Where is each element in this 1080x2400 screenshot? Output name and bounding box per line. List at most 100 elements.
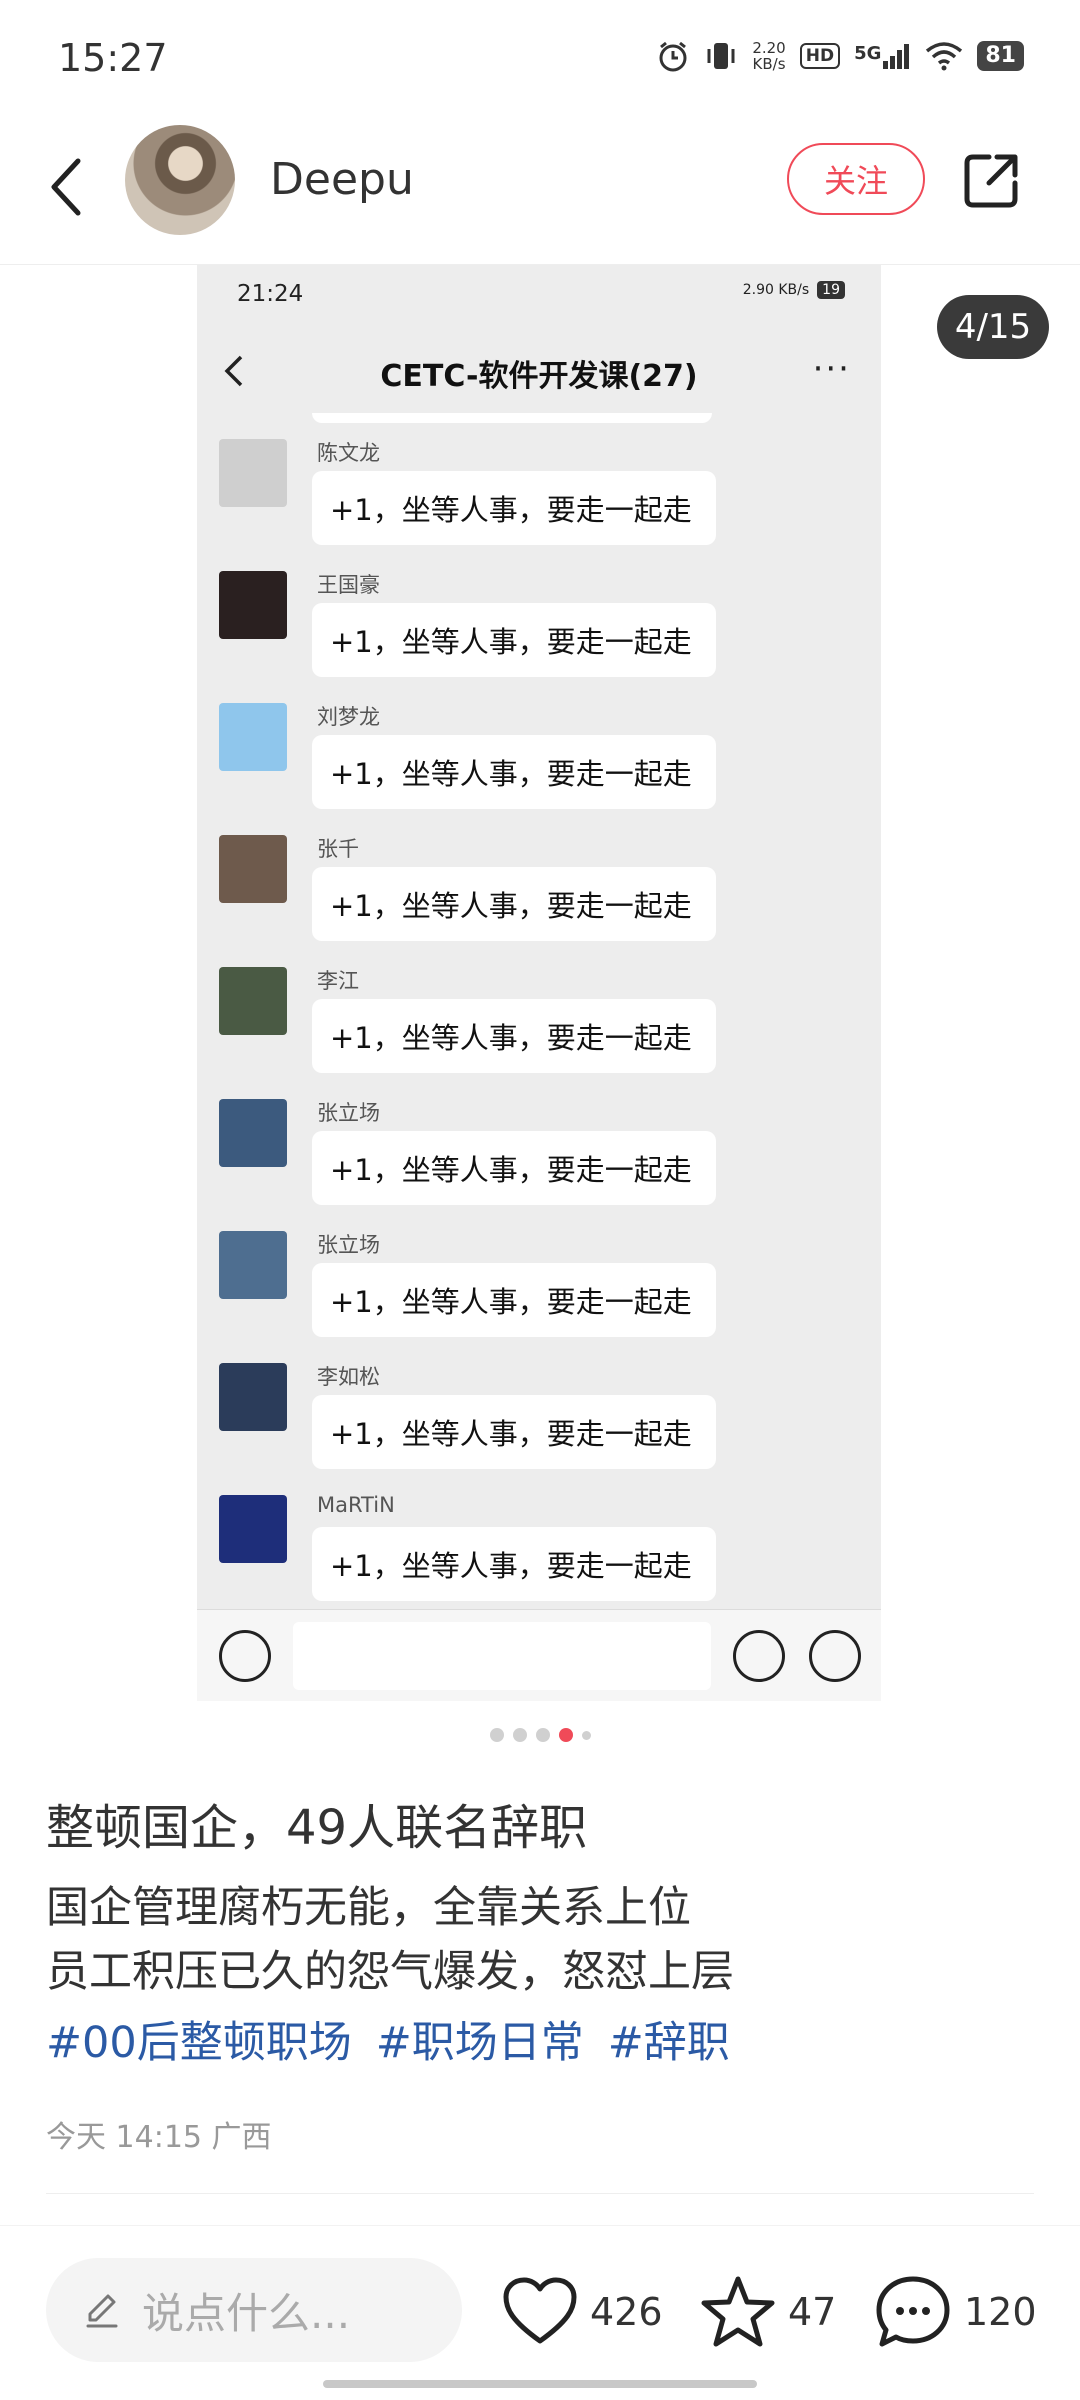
post-meta: 今天 14:15 广西	[46, 2120, 272, 2155]
vibrate-icon	[707, 43, 735, 69]
comment-input[interactable]: 说点什么...	[46, 2258, 462, 2362]
image-chat-message: 陈文龙 +1，坐等人事，要走一起走	[197, 437, 881, 569]
chevron-left-icon	[51, 158, 81, 216]
signal-icon	[883, 44, 910, 69]
image-chat-bubble: +1，坐等人事，要走一起走	[312, 603, 716, 677]
like-button[interactable]: 426	[502, 2274, 663, 2350]
back-button[interactable]	[36, 150, 96, 224]
hashtag-link[interactable]: #00后整顿职场	[46, 2008, 352, 2070]
image-chat-sender: 李江	[317, 969, 359, 993]
image-chat-avatar	[219, 571, 287, 639]
image-chat-message: 张立场 +1，坐等人事，要走一起走	[197, 1229, 881, 1361]
image-chat-sender: MaRTiN	[317, 1493, 395, 1517]
image-chat-sender: 王国豪	[317, 573, 380, 597]
image-chat-sender: 李如松	[317, 1365, 380, 1389]
image-status-icons: 2.90 KB/s 19	[743, 281, 845, 299]
image-chat-message: MaRTiN +1，坐等人事，要走一起走	[197, 1493, 881, 1625]
network-speed-value: 2.20	[752, 39, 786, 57]
status-icons: 2.20 KB/s HD 5G 81	[656, 36, 1024, 76]
image-input-bar	[197, 1609, 881, 1701]
network-speed: 2.20 KB/s	[752, 40, 785, 72]
page-counter: 4/15	[937, 295, 1049, 359]
status-time: 15:27	[58, 36, 168, 80]
image-battery: 19	[817, 281, 845, 299]
hashtag-link[interactable]: #职场日常	[376, 2008, 584, 2070]
network-speed-unit: KB/s	[752, 55, 786, 73]
comment-placeholder: 说点什么...	[142, 2288, 351, 2338]
hashtag-link[interactable]: #辞职	[608, 2008, 730, 2070]
image-chat-message: 李江 +1，坐等人事，要走一起走	[197, 965, 881, 1097]
comment-button[interactable]: 120	[874, 2274, 1037, 2350]
pen-icon	[86, 2294, 118, 2328]
like-count: 426	[590, 2290, 663, 2334]
image-chat-message: 刘梦龙 +1，坐等人事，要走一起走	[197, 701, 881, 833]
carousel-dot	[558, 1728, 573, 1742]
image-chat-avatar	[219, 703, 287, 771]
image-chat-avatar	[219, 1231, 287, 1299]
image-chat-avatar	[219, 1495, 287, 1563]
image-net-speed: 2.90 KB/s	[742, 282, 810, 298]
post-tags: #00后整顿职场 #职场日常 #辞职	[46, 2008, 730, 2070]
star-icon	[701, 2276, 775, 2347]
image-chat-message: 王国豪 +1，坐等人事，要走一起走	[197, 569, 881, 701]
favorite-button[interactable]: 47	[700, 2274, 836, 2350]
signal-5g: 5G	[854, 43, 911, 69]
image-chat-sender: 张立场	[317, 1233, 380, 1257]
follow-button[interactable]: 关注	[787, 143, 925, 215]
comment-icon	[876, 2276, 950, 2347]
author-name[interactable]: Deepu	[270, 154, 414, 205]
image-chat-message: 张千 +1，坐等人事，要走一起走	[197, 833, 881, 965]
favorite-count: 47	[788, 2290, 837, 2334]
image-status-time: 21:24	[237, 281, 304, 307]
post-title: 整顿国企，49人联名辞职	[46, 1800, 588, 1856]
image-chat-bubble: +1，坐等人事，要走一起走	[312, 735, 716, 809]
image-chat-avatar	[219, 967, 287, 1035]
status-bar: 15:27 2.20 KB/s HD 5G 81	[0, 0, 1080, 110]
image-chat-avatar	[219, 835, 287, 903]
author-avatar[interactable]	[125, 125, 235, 235]
alarm-icon	[659, 41, 687, 72]
post-image[interactable]: 21:24 2.90 KB/s 19 CETC-软件开发课(27) ··· 陈文…	[197, 265, 881, 1701]
image-chat-sender: 张立场	[317, 1101, 380, 1125]
post-body-line: 员工积压已久的怨气爆发，怒怼上层	[46, 1947, 734, 1997]
image-chat-bubble: +1，坐等人事，要走一起走	[312, 1395, 716, 1469]
share-icon	[964, 154, 1018, 208]
hd-badge: HD	[799, 43, 841, 69]
divider	[46, 2193, 1034, 2194]
image-chat-titlebar: CETC-软件开发课(27) ···	[197, 325, 881, 413]
post-body: 国企管理腐朽无能，全靠关系上位 员工积压已久的怨气爆发，怒怼上层	[46, 1876, 734, 2004]
share-button[interactable]	[958, 148, 1024, 214]
battery-indicator: 81	[977, 41, 1024, 71]
image-text-field	[293, 1622, 711, 1690]
carousel-indicator	[0, 1725, 1080, 1745]
image-chat-sender: 陈文龙	[317, 441, 380, 465]
image-status-bar: 21:24 2.90 KB/s 19	[197, 265, 881, 325]
carousel-dot	[512, 1728, 527, 1742]
image-chat-message: 张立场 +1，坐等人事，要走一起走	[197, 1097, 881, 1229]
image-emoji-icon	[733, 1630, 785, 1682]
image-chat-bubble: +1，坐等人事，要走一起走	[312, 1527, 716, 1601]
image-chat-message: 李如松 +1，坐等人事，要走一起走	[197, 1361, 881, 1493]
carousel-dot	[489, 1728, 504, 1742]
image-more-icon: ···	[812, 349, 851, 389]
home-indicator	[323, 2380, 757, 2388]
carousel-dot	[581, 1730, 591, 1740]
network-type-label: 5G	[854, 43, 882, 64]
image-voice-icon	[219, 1630, 271, 1682]
image-chat-avatar	[219, 1363, 287, 1431]
bottom-action-bar: 说点什么... 426 47 120	[0, 2225, 1080, 2365]
comment-count: 120	[964, 2290, 1037, 2334]
image-carousel[interactable]: 21:24 2.90 KB/s 19 CETC-软件开发课(27) ··· 陈文…	[0, 265, 1080, 1742]
post-body-line: 国企管理腐朽无能，全靠关系上位	[46, 1883, 691, 1933]
image-chat-avatar	[219, 439, 287, 507]
image-chat-bubble: +1，坐等人事，要走一起走	[312, 471, 716, 545]
image-chat-bubble: +1，坐等人事，要走一起走	[312, 1131, 716, 1205]
image-chat-sender: 张千	[317, 837, 359, 861]
image-chat-title: CETC-软件开发课(27)	[380, 359, 698, 394]
wifi-icon	[926, 42, 963, 71]
image-chat-bubble: +1，坐等人事，要走一起走	[312, 999, 716, 1073]
carousel-dot	[535, 1728, 550, 1742]
image-previous-bubble	[312, 413, 712, 423]
image-chat-sender: 刘梦龙	[317, 705, 380, 729]
image-plus-icon	[809, 1630, 861, 1682]
